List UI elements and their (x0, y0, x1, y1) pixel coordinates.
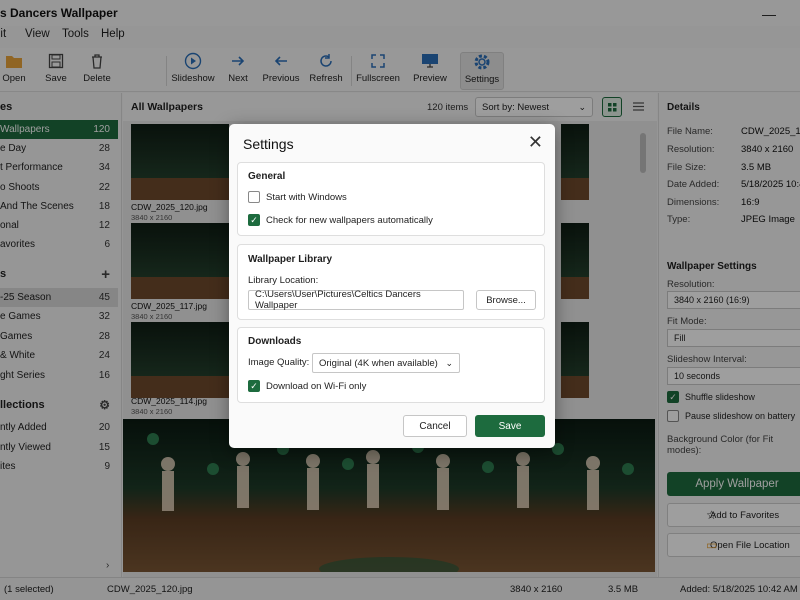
image-quality-select[interactable]: Original (4K when available) ⌄ (312, 353, 460, 373)
chevron-down-icon: ⌄ (445, 357, 453, 368)
wallpaper-library-section: Wallpaper Library Library Location: C:\U… (237, 244, 545, 320)
wifi-only-label: Download on Wi-Fi only (266, 380, 367, 392)
check-new-wallpapers-checkbox[interactable]: ✓ Check for new wallpapers automatically (248, 214, 433, 226)
start-with-windows-checkbox[interactable]: Start with Windows (248, 191, 347, 203)
downloads-title: Downloads (248, 336, 302, 347)
cancel-button[interactable]: Cancel (403, 415, 467, 437)
settings-dialog: Settings ✕ General Start with Windows ✓ C… (229, 124, 555, 448)
general-section: General Start with Windows ✓ Check for ne… (237, 162, 545, 236)
start-with-windows-label: Start with Windows (266, 191, 347, 203)
checkmark-icon: ✓ (248, 214, 260, 226)
close-icon[interactable]: ✕ (528, 132, 543, 153)
downloads-section: Downloads Image Quality: Original (4K wh… (237, 327, 545, 403)
save-button[interactable]: Save (475, 415, 545, 437)
image-quality-label: Image Quality: (248, 357, 310, 368)
checkmark-icon: ✓ (248, 380, 260, 392)
library-location-label: Library Location: (248, 275, 319, 286)
library-path-value: C:\Users\User\Pictures\Celtics Dancers W… (255, 289, 421, 311)
general-title: General (248, 171, 286, 182)
check-new-wallpapers-label: Check for new wallpapers automatically (266, 214, 433, 226)
library-location-input[interactable]: C:\Users\User\Pictures\Celtics Dancers W… (248, 289, 464, 311)
checkbox-box (248, 191, 260, 203)
library-title: Wallpaper Library (248, 254, 333, 265)
dialog-title: Settings (243, 136, 294, 152)
browse-button[interactable]: Browse... (476, 290, 536, 310)
wifi-only-checkbox[interactable]: ✓ Download on Wi-Fi only (248, 380, 366, 392)
image-quality-value: Original (4K when available) (319, 357, 438, 369)
